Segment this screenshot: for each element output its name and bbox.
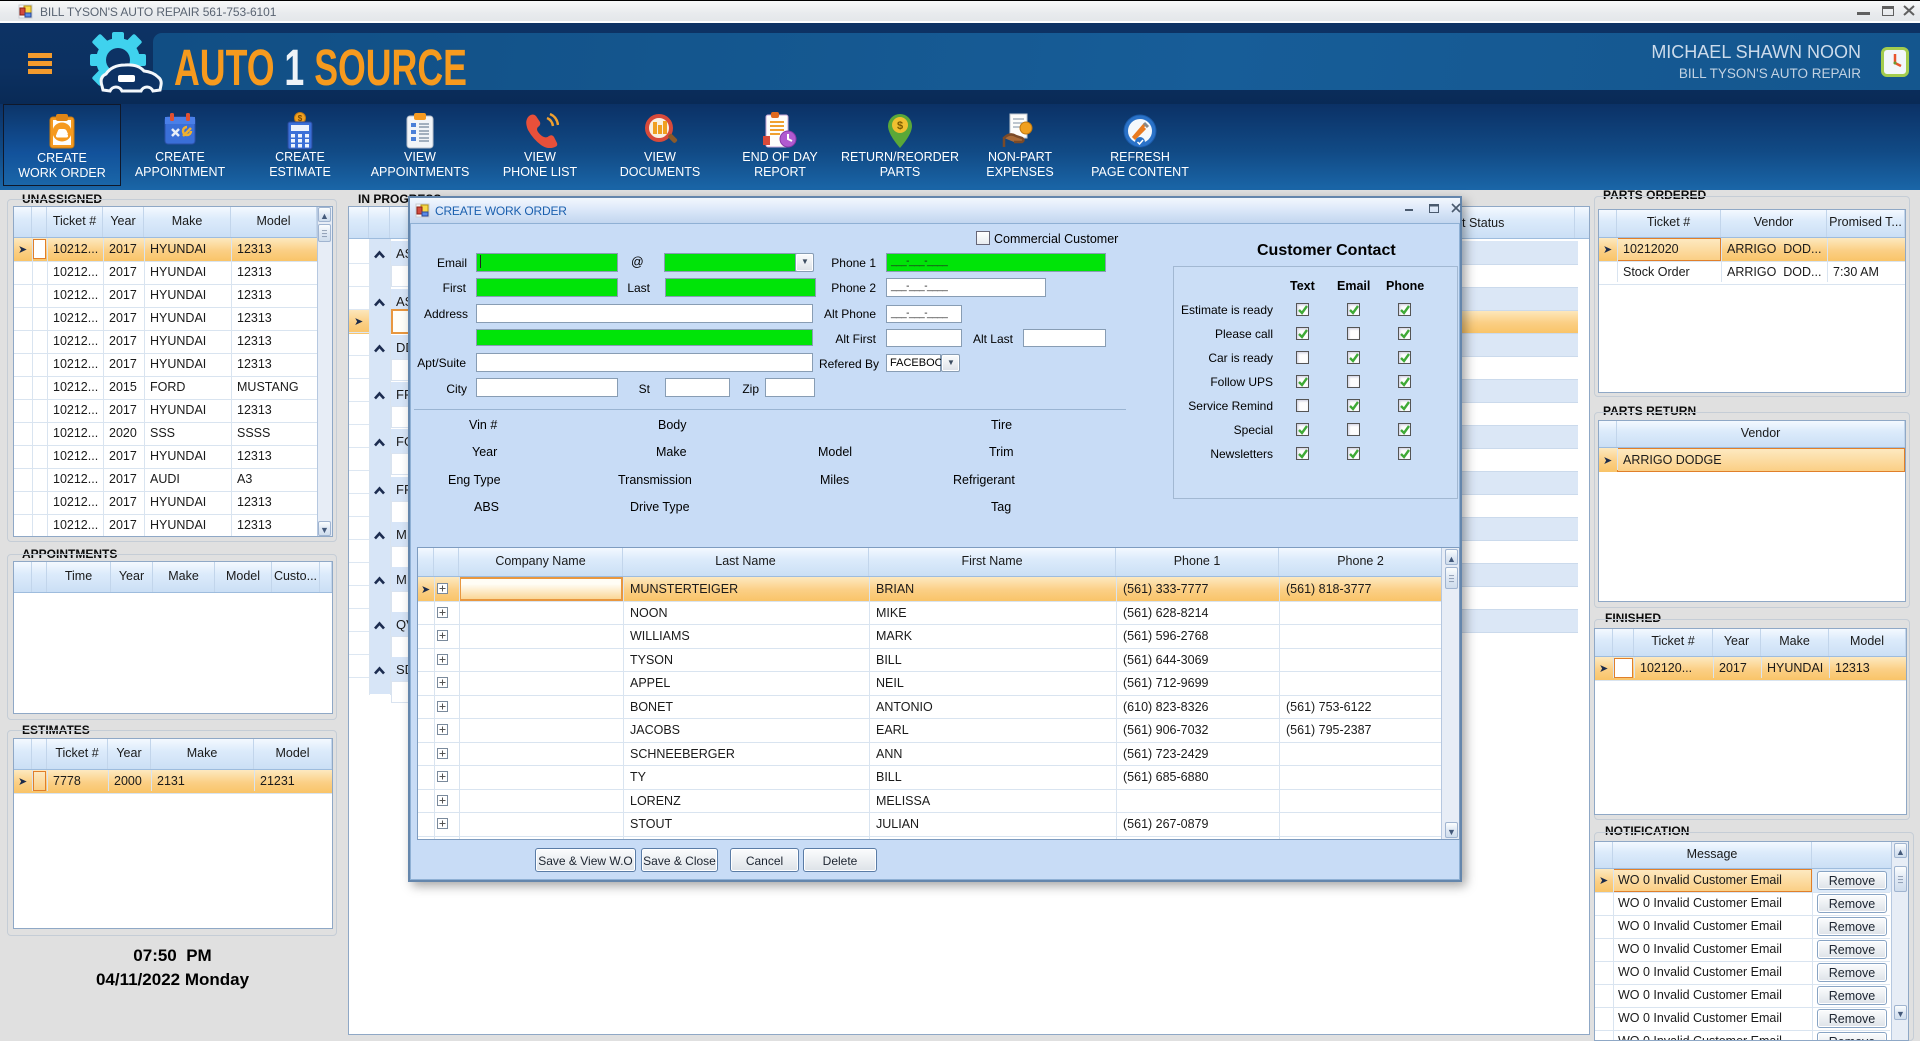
svg-text:$: $ xyxy=(897,120,903,132)
